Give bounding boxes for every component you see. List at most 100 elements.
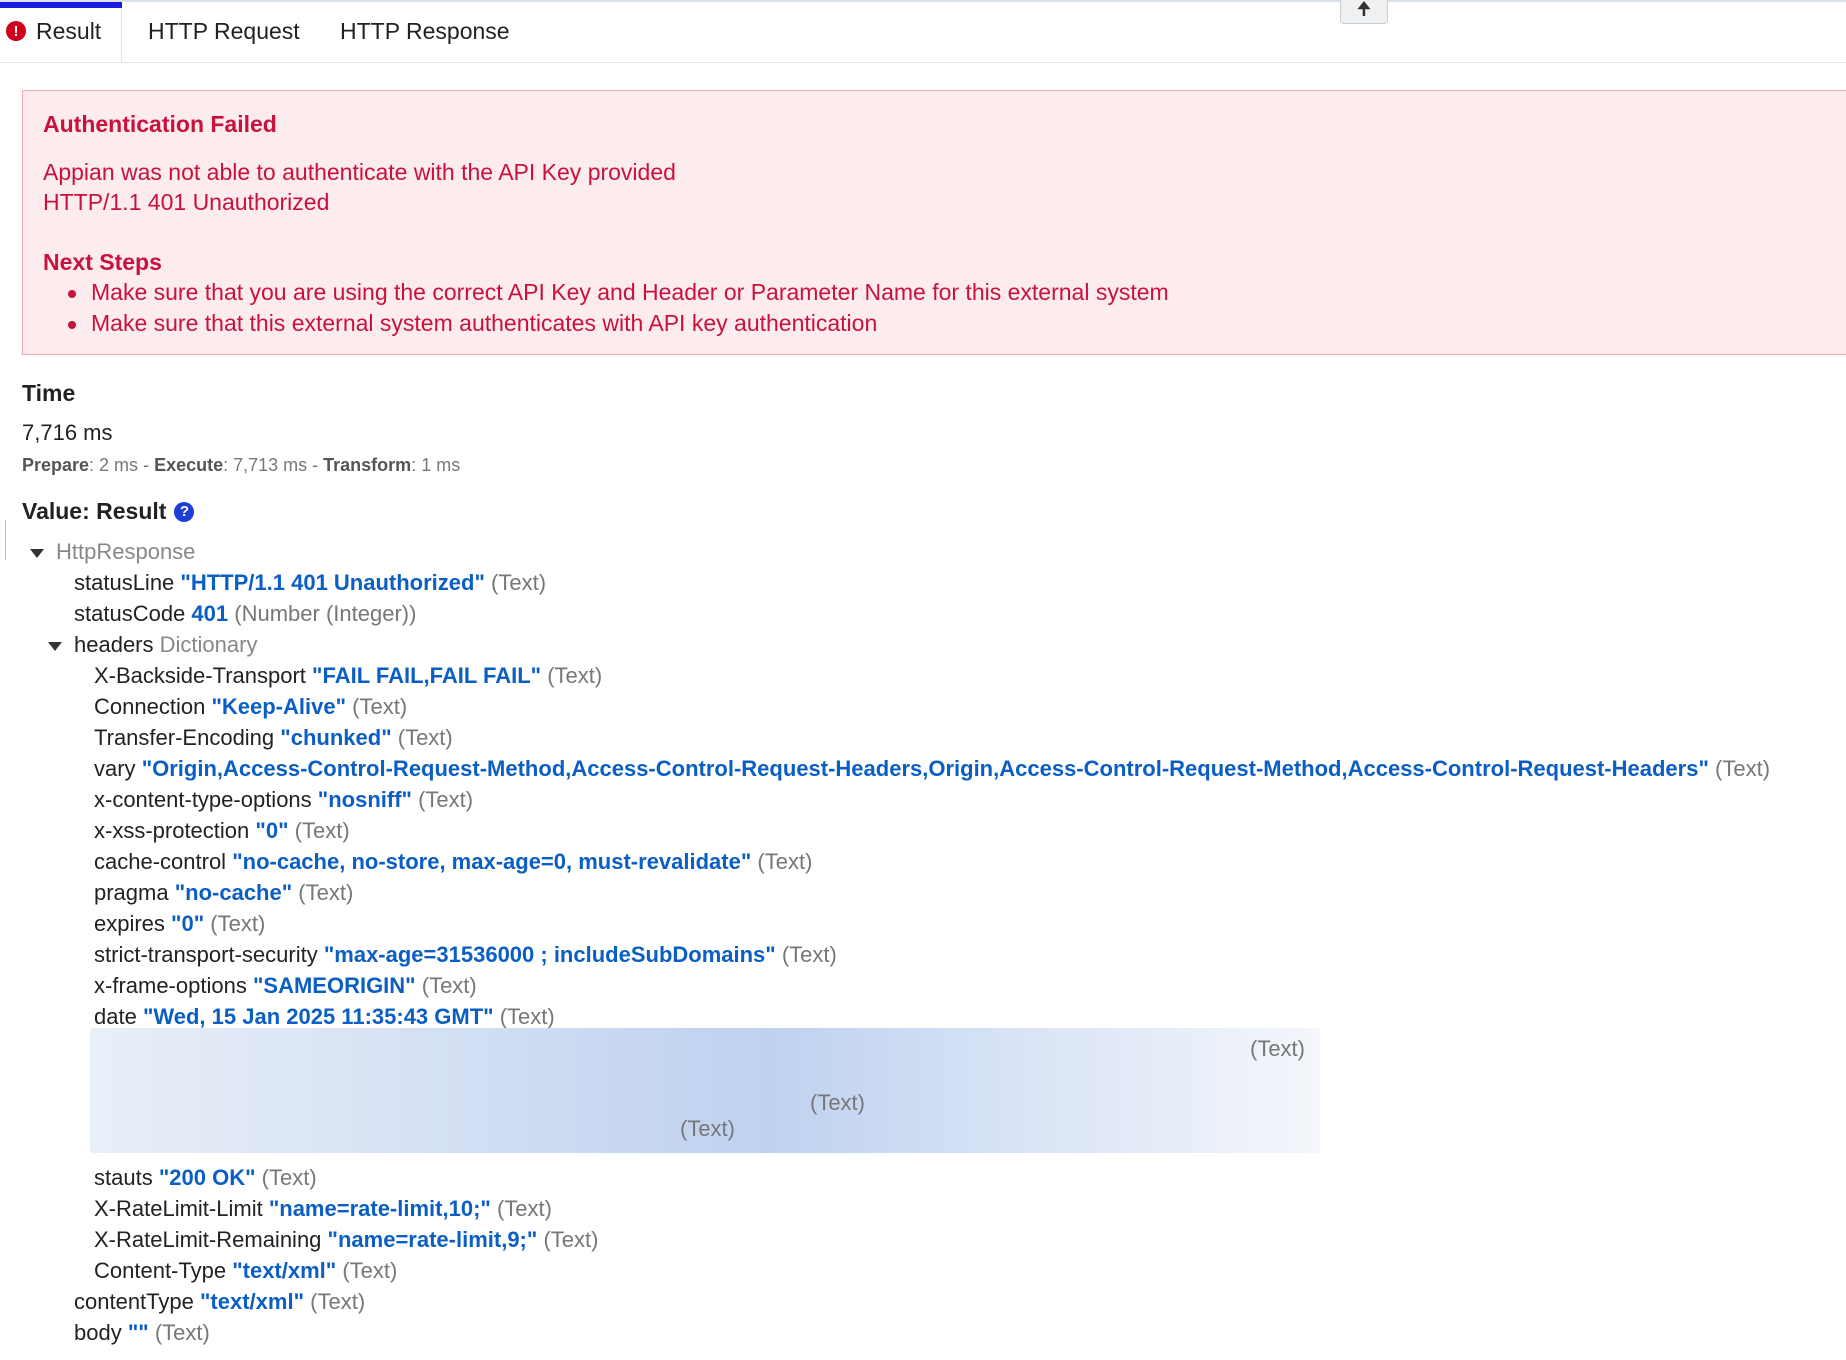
field-type: (Text) <box>210 911 266 936</box>
arrow-up-icon: 🠉 <box>1356 0 1372 19</box>
next-step-item: Make sure that this external system auth… <box>43 308 1169 339</box>
separator: - <box>307 455 324 475</box>
field-key: body <box>74 1320 122 1345</box>
field-type: (Text) <box>294 818 350 843</box>
field-key: date <box>94 1004 137 1029</box>
field-type: (Text) <box>499 1004 555 1029</box>
tree-row-statuscode: statusCode 401 (Number (Integer)) <box>74 598 416 629</box>
field-key: statusLine <box>74 570 175 595</box>
tab-http-request[interactable]: HTTP Request <box>148 0 300 62</box>
header-row: pragma "no-cache" (Text) <box>94 877 353 908</box>
field-type: Dictionary <box>159 632 258 657</box>
field-value: "no-cache, no-store, max-age=0, must-rev… <box>232 849 752 874</box>
field-value: "chunked" <box>280 725 392 750</box>
field-value: "text/xml" <box>232 1258 337 1283</box>
execute-value: : 7,713 ms <box>223 455 308 475</box>
field-key: X-RateLimit-Remaining <box>94 1227 322 1252</box>
field-value: "0" <box>255 818 289 843</box>
field-key: Content-Type <box>94 1258 227 1283</box>
field-key: vary <box>94 756 136 781</box>
tree-row-headers[interactable]: headers Dictionary <box>48 629 257 660</box>
header-row: x-xss-protection "0" (Text) <box>94 815 350 846</box>
field-type: (Text) <box>547 663 603 688</box>
field-value: "200 OK" <box>158 1165 256 1190</box>
field-type: (Text) <box>397 725 453 750</box>
tab-result[interactable]: ! Result <box>0 0 122 62</box>
redacted-type: (Text) <box>810 1090 865 1115</box>
next-step-item: Make sure that you are using the correct… <box>43 277 1169 308</box>
alert-message-line: HTTP/1.1 401 Unauthorized <box>43 189 330 215</box>
time-breakdown: Prepare: 2 ms - Execute: 7,713 ms - Tran… <box>22 455 460 476</box>
next-steps-list: Make sure that you are using the correct… <box>43 277 1169 339</box>
field-type: (Text) <box>342 1258 398 1283</box>
separator: - <box>138 455 155 475</box>
field-value: "Keep-Alive" <box>211 694 347 719</box>
field-value: "no-cache" <box>174 880 293 905</box>
tab-result-label: Result <box>36 17 102 44</box>
field-value: "" <box>127 1320 149 1345</box>
field-value: "FAIL FAIL,FAIL FAIL" <box>312 663 542 688</box>
field-key: Transfer-Encoding <box>94 725 275 750</box>
tab-bar: ! Result HTTP Request HTTP Response <box>0 0 1846 63</box>
field-value: "name=rate-limit,10;" <box>268 1196 491 1221</box>
panel-resize-handle[interactable] <box>0 520 6 560</box>
field-type: (Text) <box>781 942 837 967</box>
time-heading: Time <box>22 380 76 406</box>
redacted-type: (Text) <box>1250 1036 1305 1061</box>
field-type: (Text) <box>310 1289 366 1314</box>
root-type: HttpResponse <box>56 539 196 564</box>
collapse-up-button[interactable]: 🠉 <box>1340 0 1388 24</box>
tree-row-body: body "" (Text) <box>74 1317 210 1348</box>
header-row: X-RateLimit-Remaining "name=rate-limit,9… <box>94 1224 598 1255</box>
header-row: X-Backside-Transport "FAIL FAIL,FAIL FAI… <box>94 660 602 691</box>
alert-message: Appian was not able to authenticate with… <box>43 157 676 217</box>
field-key: expires <box>94 911 165 936</box>
redacted-type: (Text) <box>680 1116 735 1141</box>
field-key: headers <box>74 632 154 657</box>
tree-row-statusline: statusLine "HTTP/1.1 401 Unauthorized" (… <box>74 567 546 598</box>
field-key: X-RateLimit-Limit <box>94 1196 263 1221</box>
field-key: x-xss-protection <box>94 818 250 843</box>
alert-message-line: Appian was not able to authenticate with… <box>43 159 676 185</box>
field-value: "0" <box>171 911 205 936</box>
field-key: contentType <box>74 1289 194 1314</box>
header-row: X-RateLimit-Limit "name=rate-limit,10;" … <box>94 1193 552 1224</box>
field-value: "nosniff" <box>317 787 412 812</box>
field-value: "SAMEORIGIN" <box>252 973 416 998</box>
tree-root[interactable]: HttpResponse <box>30 536 195 567</box>
field-type: (Text) <box>543 1227 599 1252</box>
field-type: (Number (Integer)) <box>234 601 417 626</box>
field-value: "text/xml" <box>200 1289 305 1314</box>
next-steps-title: Next Steps <box>43 249 162 275</box>
alert-title: Authentication Failed <box>43 111 277 137</box>
field-type: (Text) <box>757 849 813 874</box>
field-value: "Origin,Access-Control-Request-Method,Ac… <box>141 756 1709 781</box>
header-row: Content-Type "text/xml" (Text) <box>94 1255 397 1286</box>
field-type: (Text) <box>261 1165 317 1190</box>
execute-label: Execute <box>154 455 224 475</box>
field-key: statusCode <box>74 601 186 626</box>
tab-http-response[interactable]: HTTP Response <box>340 0 510 62</box>
field-key: x-content-type-options <box>94 787 312 812</box>
transform-label: Transform <box>323 455 412 475</box>
time-total: 7,716 ms <box>22 420 113 445</box>
header-row: Transfer-Encoding "chunked" (Text) <box>94 722 453 753</box>
field-type: (Text) <box>352 694 408 719</box>
field-type: (Text) <box>418 787 474 812</box>
tree-row-contenttype: contentType "text/xml" (Text) <box>74 1286 365 1317</box>
field-key: X-Backside-Transport <box>94 663 306 688</box>
header-row: vary "Origin,Access-Control-Request-Meth… <box>94 753 1770 784</box>
field-value: "Wed, 15 Jan 2025 11:35:43 GMT" <box>142 1004 494 1029</box>
prepare-value: : 2 ms <box>89 455 139 475</box>
help-icon[interactable]: ? <box>174 501 195 522</box>
caret-down-icon[interactable] <box>48 641 62 651</box>
header-row: x-content-type-options "nosniff" (Text) <box>94 784 473 815</box>
field-value: 401 <box>191 601 229 626</box>
header-row: cache-control "no-cache, no-store, max-a… <box>94 846 812 877</box>
header-row: x-frame-options "SAMEORIGIN" (Text) <box>94 970 477 1001</box>
caret-down-icon[interactable] <box>30 548 44 558</box>
field-type: (Text) <box>421 973 477 998</box>
header-row: Connection "Keep-Alive" (Text) <box>94 691 407 722</box>
header-row: expires "0" (Text) <box>94 908 265 939</box>
field-type: (Text) <box>298 880 354 905</box>
